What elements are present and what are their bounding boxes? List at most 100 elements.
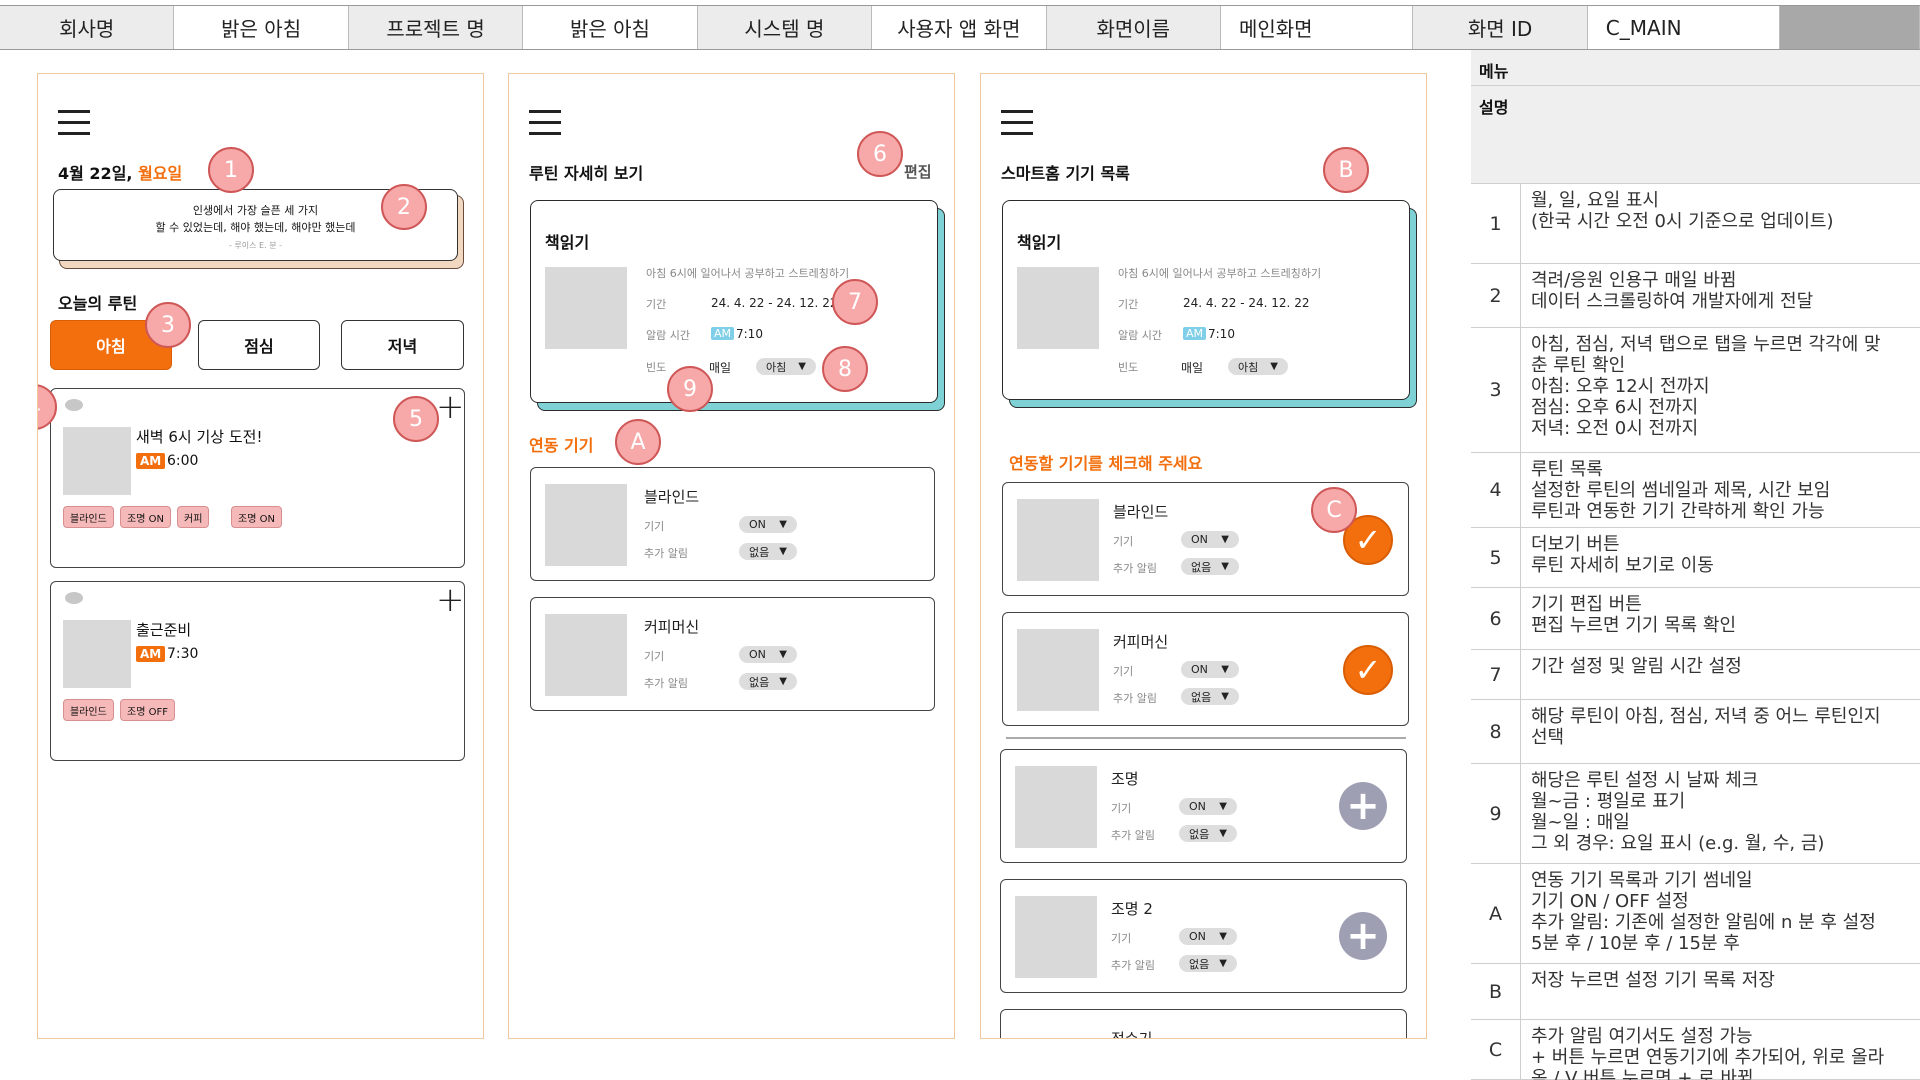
- chevron-down-icon: ▼: [779, 676, 787, 687]
- desc-row: 5 더보기 버튼 루틴 자세히 보기로 이동: [1471, 528, 1920, 588]
- linked-devices-title: 연동 기기: [529, 436, 594, 455]
- routine-time-select[interactable]: 아침 ▼: [1228, 358, 1288, 375]
- routine-name: 새벽 6시 기상 도전!: [136, 428, 263, 446]
- device-power-select[interactable]: ON ▼: [739, 516, 797, 533]
- system-label: 시스템 명: [697, 6, 873, 49]
- hamburger-menu-icon[interactable]: [529, 110, 561, 143]
- desc-row: 9 해당은 루틴 설정 시 날짜 체크 월~금 : 평일로 표기 월~일 : 매일…: [1471, 764, 1920, 864]
- device-thumbnail: [1017, 629, 1099, 711]
- linked-device-card: 커피머신 기기 ON ▼ 추가 알림 없음 ▼: [530, 597, 935, 711]
- desc-row-num: 5: [1471, 528, 1521, 587]
- desc-row: 8 해당 루틴이 아침, 점심, 저녁 중 어느 루틴인지 선택: [1471, 700, 1920, 764]
- device-power-select[interactable]: ON ▼: [1179, 928, 1237, 945]
- desc-row: 1 월, 일, 요일 표시 (한국 시간 오전 0시 기준으로 업데이트): [1471, 184, 1920, 264]
- period-value[interactable]: 24. 4. 22 - 24. 12. 22: [1183, 296, 1309, 310]
- extra-alert-select[interactable]: 없음 ▼: [1179, 955, 1237, 972]
- extra-alert-value: 없음: [1191, 690, 1212, 704]
- device-label: 기기: [644, 650, 665, 663]
- device-name: 조명 2: [1111, 900, 1153, 918]
- chevron-down-icon: ▼: [1219, 958, 1227, 969]
- date-text: 4월 22일,: [58, 164, 139, 183]
- desc-row-text: 아침, 점심, 저녁 탭으로 탭을 누르면 각각에 맞 춘 루틴 확인 아침: …: [1531, 334, 1881, 439]
- device-name: 커피머신: [1113, 633, 1169, 651]
- chevron-down-icon: ▼: [1221, 664, 1229, 675]
- device-label: 기기: [1111, 932, 1132, 945]
- desc-row-text: 기간 설정 및 알림 시간 설정: [1531, 656, 1742, 677]
- tab-lunch[interactable]: 점심: [198, 320, 320, 370]
- extra-alert-value: 없음: [749, 545, 770, 559]
- screen-name-value: 메인화면: [1221, 6, 1414, 49]
- device-thumbnail: [1015, 766, 1097, 848]
- more-plus-icon[interactable]: +: [436, 390, 465, 424]
- screen-name-label: 화면이름: [1046, 6, 1221, 49]
- extra-alert-value: 없음: [749, 675, 770, 689]
- add-device-icon[interactable]: +: [1339, 782, 1387, 830]
- desc-row-num: 3: [1471, 328, 1521, 452]
- screen-id-label: 화면 ID: [1413, 6, 1588, 49]
- desc-row-num: 8: [1471, 700, 1521, 763]
- alert-label: 추가 알림: [1113, 692, 1157, 705]
- device-chip: 커피: [177, 506, 210, 528]
- chevron-down-icon: ▼: [1219, 801, 1227, 812]
- device-thumbnail: [545, 614, 627, 696]
- desc-row: 2 격려/응원 인용구 매일 바뀜 데이터 스크롤링하여 개발자에게 전달: [1471, 264, 1920, 328]
- header-empty-cell: [1780, 6, 1920, 49]
- badge-B[interactable]: B: [1323, 147, 1369, 193]
- routine-time-select[interactable]: 아침 ▼: [756, 358, 816, 375]
- device-power-select[interactable]: ON ▼: [1179, 798, 1237, 815]
- extra-alert-select[interactable]: 없음 ▼: [739, 673, 797, 690]
- desc-header: 설명: [1471, 86, 1920, 184]
- extra-alert-select[interactable]: 없음 ▼: [1179, 825, 1237, 842]
- more-plus-icon[interactable]: +: [436, 583, 465, 617]
- routine-card[interactable]: + 출근준비 AM 7:30 블라인드 조명 OFF: [50, 581, 465, 761]
- device-power-value: ON: [749, 648, 766, 661]
- device-power-select[interactable]: ON ▼: [1181, 531, 1239, 548]
- device-power-select[interactable]: ON ▼: [1181, 661, 1239, 678]
- edit-button[interactable]: 편집: [904, 161, 932, 182]
- hamburger-menu-icon[interactable]: [1001, 110, 1033, 143]
- extra-alert-select[interactable]: 없음 ▼: [1181, 558, 1239, 575]
- badge-A: A: [615, 419, 661, 465]
- device-thumbnail: [1015, 896, 1097, 978]
- date-label: 4월 22일, 월요일: [58, 160, 182, 184]
- routine-thumbnail: [63, 620, 131, 688]
- desc-row: A 연동 기기 목록과 기기 썸네일 기기 ON / OFF 설정 추가 알림: …: [1471, 864, 1920, 964]
- eye-icon: [65, 592, 83, 604]
- desc-row-text: 연동 기기 목록과 기기 썸네일 기기 ON / OFF 설정 추가 알림: 기…: [1531, 870, 1876, 954]
- device-power-select[interactable]: ON ▼: [739, 646, 797, 663]
- screen-id-value: C_MAIN: [1588, 6, 1781, 49]
- routine-time: 6:00: [167, 453, 199, 469]
- device-name: 블라인드: [644, 488, 700, 506]
- alert-label: 추가 알림: [644, 547, 688, 560]
- desc-row-num: 1: [1471, 184, 1521, 263]
- chevron-down-icon: ▼: [798, 361, 806, 372]
- device-name: 조명: [1111, 770, 1139, 788]
- extra-alert-select[interactable]: 없음 ▼: [1181, 688, 1239, 705]
- detail-thumbnail: [1017, 267, 1099, 349]
- detail-desc: 아침 6시에 일어나서 공부하고 스트레칭하기: [646, 267, 850, 280]
- alarm-time[interactable]: 7:10: [1208, 327, 1235, 341]
- check-icon[interactable]: ✓: [1343, 645, 1393, 695]
- extra-alert-select[interactable]: 없음 ▼: [739, 543, 797, 560]
- eye-icon: [65, 399, 83, 411]
- tab-evening[interactable]: 저녁: [341, 320, 464, 370]
- desc-row-num: A: [1471, 864, 1521, 963]
- alarm-label: 알람 시간: [1118, 329, 1162, 342]
- badge-9: 9: [667, 366, 713, 412]
- routine-time: 7:30: [167, 646, 199, 662]
- detail-title: 루틴 자세히 보기: [529, 164, 644, 183]
- add-device-icon[interactable]: +: [1339, 912, 1387, 960]
- company-value: 밝은 아침: [174, 6, 349, 49]
- screen-main: 4월 22일, 월요일 1 인생에서 가장 슬픈 세 가지 할 수 있었는데, …: [37, 73, 484, 1039]
- alarm-time[interactable]: 7:10: [736, 327, 763, 341]
- period-value[interactable]: 24. 4. 22 - 24. 12. 22: [711, 296, 837, 310]
- desc-row: 4 루틴 목록 설정한 루틴의 썸네일과 제목, 시간 보임 루틴과 연동한 기기…: [1471, 453, 1920, 528]
- am-badge: AM: [136, 646, 166, 662]
- extra-alert-value: 없음: [1189, 827, 1210, 841]
- alarm-label: 알람 시간: [646, 329, 690, 342]
- screen-smarthome-devices: 스마트홈 기기 목록 B 책읽기 아침 6시에 일어나서 공부하고 스트레칭하기…: [980, 73, 1427, 1039]
- device-label: 기기: [1111, 802, 1132, 815]
- desc-row-num: B: [1471, 964, 1521, 1019]
- hamburger-menu-icon[interactable]: [58, 110, 90, 143]
- desc-row-text: 추가 알림 여기서도 설정 가능 + 버튼 누르면 연동기기에 추가되어, 위로…: [1531, 1026, 1885, 1080]
